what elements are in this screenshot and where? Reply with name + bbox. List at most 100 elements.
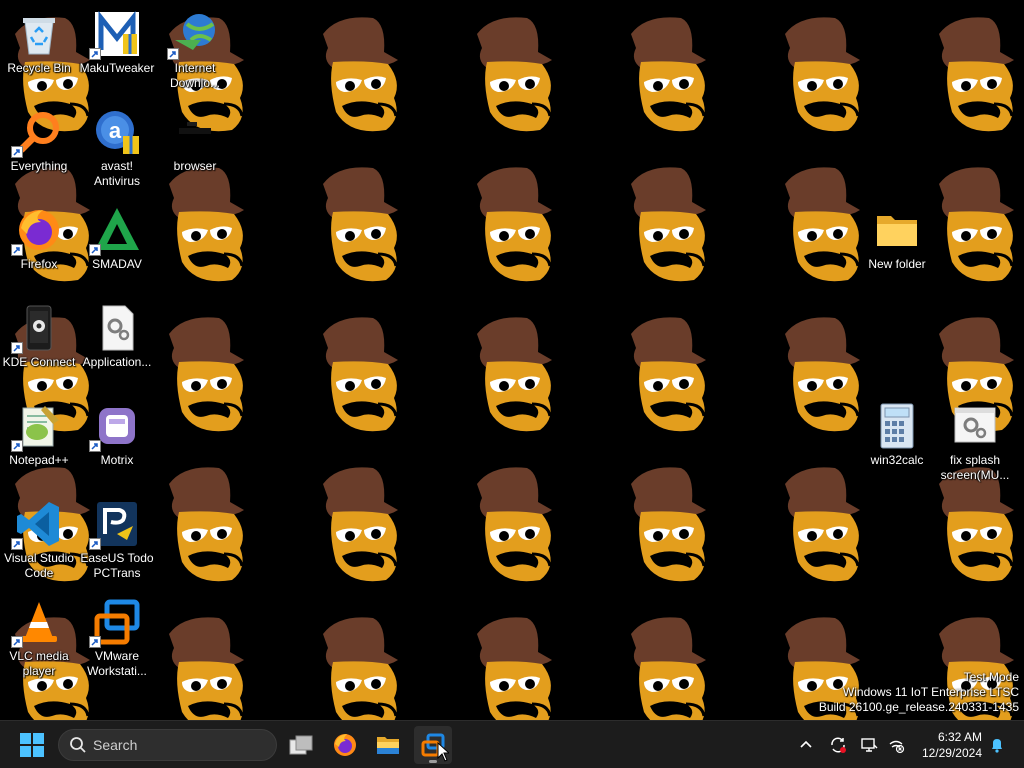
vmware-icon bbox=[89, 598, 141, 648]
folder-icon bbox=[873, 206, 921, 254]
browser-icon bbox=[171, 108, 219, 156]
desktop-icon-label: Visual Studio Code bbox=[4, 551, 74, 580]
taskbar-file-explorer[interactable] bbox=[369, 726, 407, 764]
taskbar: 6:32 AM 12/29/2024 bbox=[0, 720, 1024, 768]
task-view-button[interactable] bbox=[282, 726, 320, 764]
firefox-icon bbox=[334, 734, 356, 756]
tray-display[interactable] bbox=[858, 734, 880, 756]
desktop-icon-vlc[interactable]: VLC media player bbox=[1, 594, 77, 686]
settings-file-icon bbox=[951, 402, 999, 450]
clock-date: 12/29/2024 bbox=[921, 746, 982, 760]
desktop-icon-recycle-bin[interactable]: Recycle Bin bbox=[1, 6, 77, 98]
avast-icon: a bbox=[93, 108, 141, 156]
desktop-icon-browser[interactable]: browser bbox=[157, 104, 233, 196]
notification-center-button[interactable] bbox=[986, 734, 1008, 756]
start-button[interactable] bbox=[13, 726, 51, 764]
taskbar-clock[interactable]: 6:32 AM 12/29/2024 bbox=[912, 729, 982, 761]
smadav-icon bbox=[89, 206, 141, 256]
svg-text:a: a bbox=[109, 118, 122, 143]
display-icon bbox=[861, 738, 878, 752]
desktop-icon-label: Notepad++ bbox=[9, 453, 69, 467]
shortcut-arrow-icon bbox=[11, 342, 23, 354]
desktop-icon-new-folder[interactable]: New folder bbox=[859, 202, 935, 294]
shortcut-arrow-icon bbox=[89, 440, 101, 452]
application-icon bbox=[93, 304, 141, 352]
watermark-line: Build 26100.ge_release.240331-1435 bbox=[818, 700, 1019, 714]
desktop-icon-avast[interactable]: a avast! Antivirus bbox=[79, 104, 155, 196]
shortcut-arrow-icon bbox=[89, 636, 101, 648]
desktop-icon-label: Internet Downlo... bbox=[169, 61, 221, 90]
motrix-icon bbox=[89, 402, 141, 452]
desktop-icon-label: win32calc bbox=[870, 453, 924, 467]
network-disconnected-icon bbox=[889, 740, 905, 754]
desktop-icon-win32calc[interactable]: win32calc bbox=[859, 398, 935, 490]
desktop-icon-label: Everything bbox=[10, 159, 68, 173]
desktop-icon-notepad-plus-plus[interactable]: Notepad++ bbox=[1, 398, 77, 490]
notepad-plus-plus-icon bbox=[11, 402, 63, 452]
desktop-icon-fix-splash-screen[interactable]: fix splash screen(MU... bbox=[937, 398, 1013, 490]
desktop-icon-makutweaker[interactable]: MakuTweaker bbox=[79, 6, 155, 98]
vscode-icon bbox=[11, 500, 63, 550]
desktop-icon-label: VLC media player bbox=[9, 649, 69, 678]
mouse-cursor-icon bbox=[437, 742, 449, 762]
test-mode-watermark: Test Mode Windows 11 IoT Enterprise LTSC… bbox=[819, 670, 1019, 715]
desktop-icon-label: MakuTweaker bbox=[79, 61, 155, 75]
kde-connect-icon bbox=[11, 304, 63, 354]
taskbar-search-box[interactable] bbox=[58, 729, 277, 761]
shortcut-arrow-icon bbox=[167, 48, 179, 60]
desktop-icon-label: fix splash screen(MU... bbox=[940, 453, 1010, 482]
shortcut-arrow-icon bbox=[89, 244, 101, 256]
desktop-icon-everything[interactable]: Everything bbox=[1, 104, 77, 196]
desktop-icon-label: VMware Workstati... bbox=[87, 649, 147, 678]
chevron-up-icon bbox=[800, 740, 812, 748]
file-explorer-icon bbox=[377, 737, 399, 754]
watermark-line: Windows 11 IoT Enterprise LTSC bbox=[842, 685, 1019, 699]
shortcut-arrow-icon bbox=[89, 48, 101, 60]
desktop-icon-label: Application... bbox=[82, 355, 152, 369]
shortcut-arrow-icon bbox=[11, 440, 23, 452]
tray-sync[interactable] bbox=[827, 734, 849, 756]
desktop-icon-motrix[interactable]: Motrix bbox=[79, 398, 155, 490]
firefox-icon bbox=[11, 206, 63, 256]
start-icon bbox=[20, 733, 44, 757]
desktop-icon-label: browser bbox=[173, 159, 217, 173]
shortcut-arrow-icon bbox=[11, 244, 23, 256]
desktop-icon-firefox[interactable]: Firefox bbox=[1, 202, 77, 294]
desktop-icon-label: New folder bbox=[868, 257, 926, 271]
desktop-icon-label: EaseUS Todo PCTrans bbox=[80, 551, 154, 580]
clock-time: 6:32 AM bbox=[937, 730, 982, 744]
search-input[interactable] bbox=[93, 737, 243, 753]
sync-icon bbox=[831, 737, 846, 753]
search-icon bbox=[70, 737, 86, 753]
everything-search-icon bbox=[11, 108, 63, 158]
easeus-todo-pctrans-icon bbox=[89, 500, 141, 550]
taskbar-firefox[interactable] bbox=[326, 726, 364, 764]
recycle-bin-icon bbox=[15, 10, 63, 58]
desktop-icon-application[interactable]: Application... bbox=[79, 300, 155, 392]
shortcut-arrow-icon bbox=[11, 146, 23, 158]
shortcut-arrow-icon bbox=[11, 636, 23, 648]
show-hidden-icons-button[interactable] bbox=[795, 734, 817, 756]
desktop-icon-label: KDE Connect bbox=[2, 355, 76, 369]
tray-network[interactable] bbox=[885, 734, 907, 756]
desktop-icon-vscode[interactable]: Visual Studio Code bbox=[1, 496, 77, 588]
desktop-icon-label: SMADAV bbox=[92, 257, 142, 271]
desktop-icon-label: Motrix bbox=[100, 453, 134, 467]
vlc-icon bbox=[11, 598, 63, 648]
desktop-icon-label: Firefox bbox=[20, 257, 58, 271]
running-indicator bbox=[429, 760, 437, 763]
desktop-icon-label: Recycle Bin bbox=[7, 61, 71, 75]
notification-bell-icon bbox=[992, 739, 1002, 753]
desktop-icon-label: avast! Antivirus bbox=[93, 159, 140, 188]
desktop-icon-vmware[interactable]: VMware Workstati... bbox=[79, 594, 155, 686]
calculator-icon bbox=[873, 402, 921, 450]
desktop-icon-kde-connect[interactable]: KDE Connect bbox=[1, 300, 77, 392]
internet-download-manager-icon bbox=[167, 10, 219, 60]
shortcut-arrow-icon bbox=[89, 538, 101, 550]
desktop-icon-smadav[interactable]: SMADAV bbox=[79, 202, 155, 294]
watermark-line: Test Mode bbox=[963, 670, 1019, 684]
desktop-icon-easeus-todo-pctrans[interactable]: EaseUS Todo PCTrans bbox=[79, 496, 155, 588]
shortcut-arrow-icon bbox=[11, 538, 23, 550]
makutweaker-icon bbox=[89, 10, 141, 60]
desktop-icon-internet-download-manager[interactable]: Internet Downlo... bbox=[157, 6, 233, 98]
